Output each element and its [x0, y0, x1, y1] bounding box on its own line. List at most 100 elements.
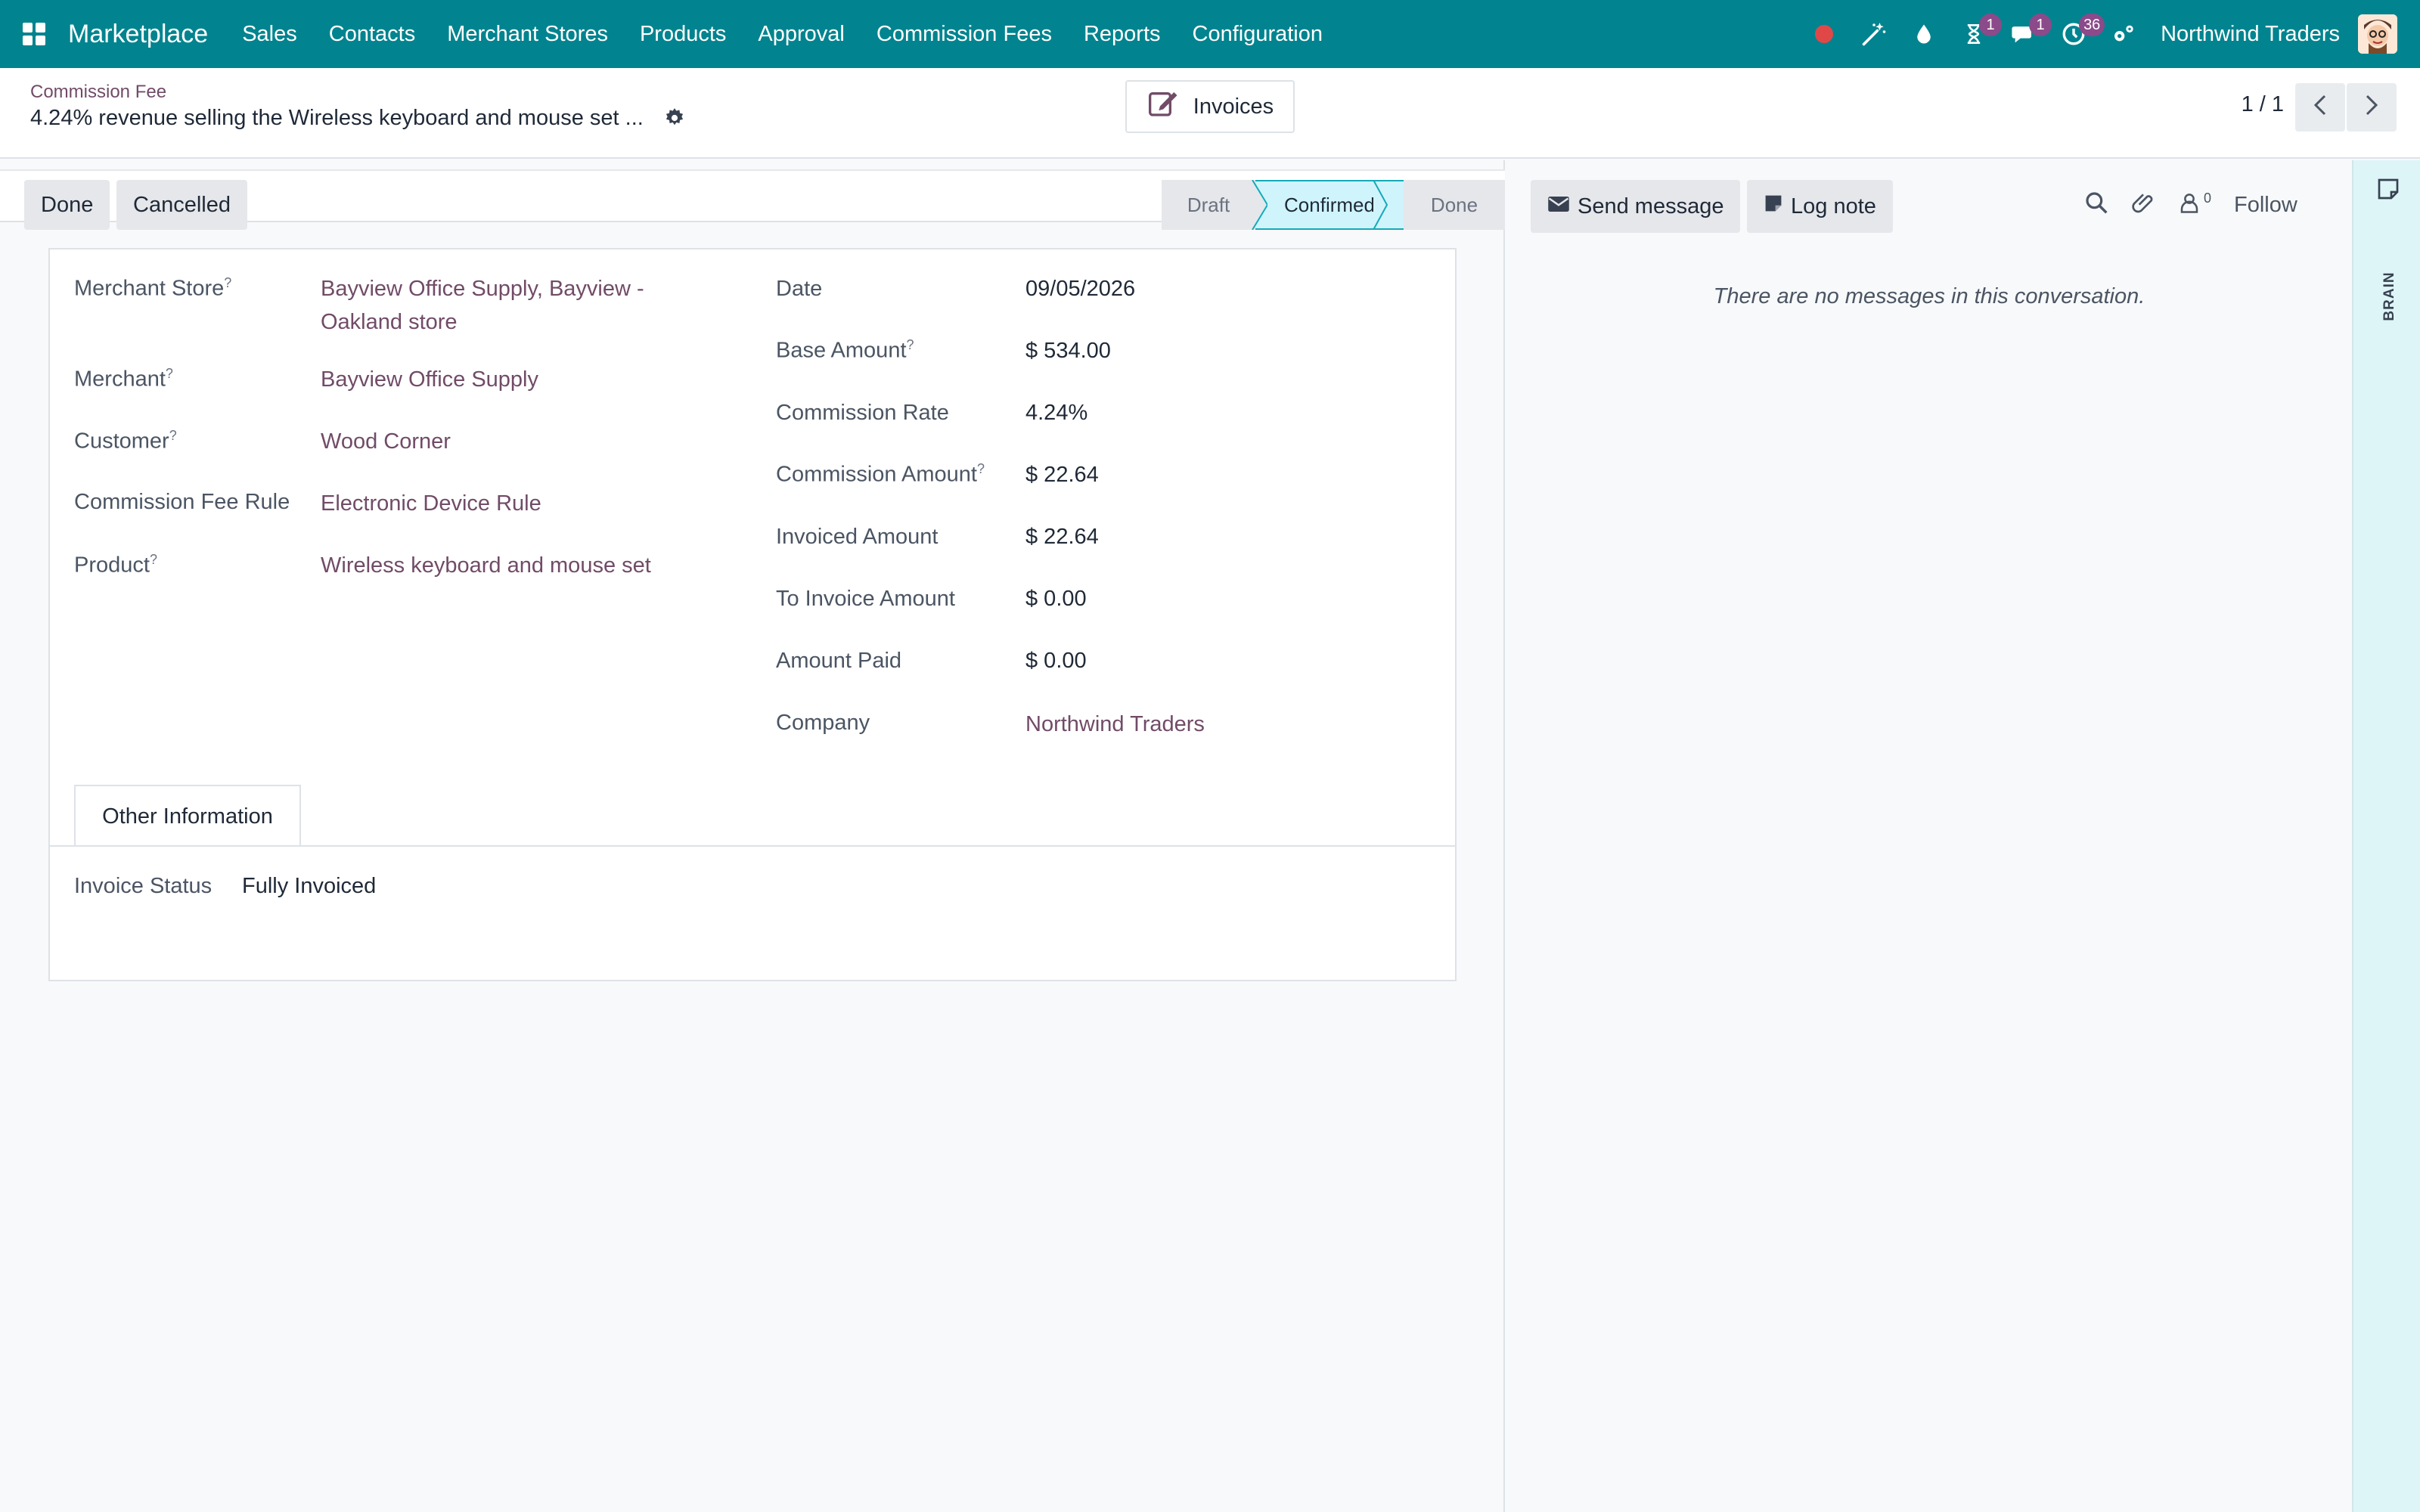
tab-divider: [50, 845, 1455, 847]
chatter-panel: Send message Log note 0 Follow There are…: [1506, 160, 2352, 1512]
drop-icon[interactable]: [1899, 0, 1949, 68]
log-note-label: Log note: [1791, 194, 1876, 218]
date-value: 09/05/2026: [1025, 277, 1136, 301]
tab-other-information[interactable]: Other Information: [74, 785, 301, 847]
form-sheet: Merchant Store? Bayview Office Supply, B…: [48, 248, 1457, 981]
settings-icon[interactable]: [2099, 0, 2149, 68]
search-icon[interactable]: [2084, 191, 2108, 220]
menu-products[interactable]: Products: [624, 0, 742, 68]
product-value[interactable]: Wireless keyboard and mouse set: [321, 553, 651, 578]
company-value[interactable]: Northwind Traders: [1025, 712, 1205, 737]
base-amount-label: Base Amount?: [776, 337, 914, 364]
commission-rate-value: 4.24%: [1025, 401, 1088, 425]
help-tooltip-icon[interactable]: ?: [150, 552, 157, 567]
log-note-button[interactable]: Log note: [1747, 180, 1893, 233]
note-icon: [1764, 194, 1783, 219]
followers-button[interactable]: 0: [2178, 191, 2211, 220]
to-invoice-amount-label: To Invoice Amount: [776, 587, 955, 611]
invoice-status-value: Fully Invoiced: [242, 874, 377, 898]
stage-arrow-icon: [1373, 180, 1388, 230]
merchant-store-label-text: Merchant Store: [74, 276, 225, 301]
main-menu: Sales Contacts Merchant Stores Products …: [226, 0, 1339, 68]
customer-value[interactable]: Wood Corner: [321, 429, 451, 454]
app-brand[interactable]: Marketplace: [68, 20, 208, 49]
commission-amount-label: Commission Amount?: [776, 461, 985, 488]
date-label: Date: [776, 277, 823, 301]
help-tooltip-icon[interactable]: ?: [166, 366, 173, 381]
pager-previous-button[interactable]: [2295, 83, 2345, 132]
magic-wand-icon[interactable]: [1849, 0, 1899, 68]
base-amount-value: $ 534.00: [1025, 339, 1111, 363]
user-avatar[interactable]: [2358, 14, 2397, 54]
followers-count: 0: [2204, 191, 2212, 206]
done-button[interactable]: Done: [24, 180, 110, 230]
to-invoice-amount-value: $ 0.00: [1025, 587, 1087, 611]
company-label: Company: [776, 711, 870, 735]
edit-document-icon: [1146, 88, 1181, 125]
app-menu-icon[interactable]: [0, 0, 68, 68]
brain-label: BRAIN: [2381, 271, 2397, 321]
follow-button[interactable]: Follow: [2234, 193, 2297, 218]
menu-merchant-stores[interactable]: Merchant Stores: [431, 0, 624, 68]
invoiced-amount-value: $ 22.64: [1025, 525, 1099, 549]
control-panel: Commission Fee 4.24% revenue selling the…: [0, 68, 2420, 159]
help-tooltip-icon[interactable]: ?: [977, 461, 985, 476]
pager-value[interactable]: 1 / 1: [2242, 92, 2284, 117]
merchant-label: Merchant?: [74, 366, 173, 392]
commission-rate-label: Commission Rate: [776, 401, 949, 425]
merchant-label-text: Merchant: [74, 367, 166, 392]
help-tooltip-icon[interactable]: ?: [224, 275, 231, 290]
hourglass-icon[interactable]: 1: [1949, 0, 2003, 68]
menu-sales[interactable]: Sales: [226, 0, 313, 68]
chat-icon[interactable]: 1: [1999, 0, 2052, 68]
merchant-store-label: Merchant Store?: [74, 275, 231, 302]
cancelled-button[interactable]: Cancelled: [116, 180, 247, 230]
chatter-topbar-icons: 0 Follow: [2084, 191, 2297, 220]
pager-next-button[interactable]: [2347, 83, 2397, 132]
chevron-right-icon: [2363, 94, 2380, 122]
stage-done[interactable]: Done: [1404, 180, 1505, 230]
status-bar: Done Cancelled Draft Confirmed Done: [0, 169, 1505, 230]
stage-arrow-icon: [1251, 180, 1267, 230]
stage-draft[interactable]: Draft: [1162, 180, 1255, 230]
sticky-note-icon[interactable]: [2376, 177, 2400, 206]
form-view: Done Cancelled Draft Confirmed Done Merc…: [0, 160, 1505, 1512]
send-message-button[interactable]: Send message: [1531, 180, 1741, 233]
chevron-left-icon: [2312, 94, 2328, 122]
invoices-label: Invoices: [1193, 94, 1274, 119]
commission-amount-value: $ 22.64: [1025, 463, 1099, 487]
merchant-store-value-line2[interactable]: Oakland store: [321, 310, 458, 335]
commission-fee-rule-label: Commission Fee Rule: [74, 490, 290, 514]
invoiced-amount-label: Invoiced Amount: [776, 525, 939, 549]
envelope-icon: [1547, 194, 1570, 219]
commission-amount-label-text: Commission Amount: [776, 462, 977, 487]
menu-contacts[interactable]: Contacts: [313, 0, 431, 68]
help-tooltip-icon[interactable]: ?: [169, 428, 177, 443]
systray: 1 1 36 Northwind Traders: [1799, 0, 2420, 68]
customer-label-text: Customer: [74, 429, 169, 454]
user-icon: [2178, 191, 2201, 220]
breadcrumb-parent-link[interactable]: Commission Fee: [30, 82, 166, 103]
customer-label: Customer?: [74, 428, 177, 454]
product-label-text: Product: [74, 553, 150, 578]
brain-side-panel[interactable]: BRAIN: [2352, 160, 2420, 1512]
amount-paid-value: $ 0.00: [1025, 649, 1087, 673]
menu-reports[interactable]: Reports: [1068, 0, 1177, 68]
gear-icon[interactable]: [664, 107, 685, 134]
recording-icon[interactable]: [1799, 0, 1849, 68]
company-switcher[interactable]: Northwind Traders: [2161, 22, 2340, 47]
menu-approval[interactable]: Approval: [742, 0, 860, 68]
invoice-status-label: Invoice Status: [74, 874, 213, 898]
menu-configuration[interactable]: Configuration: [1177, 0, 1339, 68]
menu-commission-fees[interactable]: Commission Fees: [861, 0, 1068, 68]
empty-conversation-message: There are no messages in this conversati…: [1713, 284, 2145, 308]
product-label: Product?: [74, 552, 157, 578]
merchant-store-value-line1[interactable]: Bayview Office Supply, Bayview -: [321, 277, 644, 302]
commission-fee-rule-value[interactable]: Electronic Device Rule: [321, 491, 541, 516]
invoices-smart-button[interactable]: Invoices: [1125, 80, 1295, 133]
help-tooltip-icon[interactable]: ?: [907, 337, 914, 352]
paperclip-icon[interactable]: [2131, 191, 2155, 220]
merchant-value[interactable]: Bayview Office Supply: [321, 367, 538, 392]
clock-icon[interactable]: 36: [2049, 0, 2105, 68]
base-amount-label-text: Base Amount: [776, 338, 907, 363]
